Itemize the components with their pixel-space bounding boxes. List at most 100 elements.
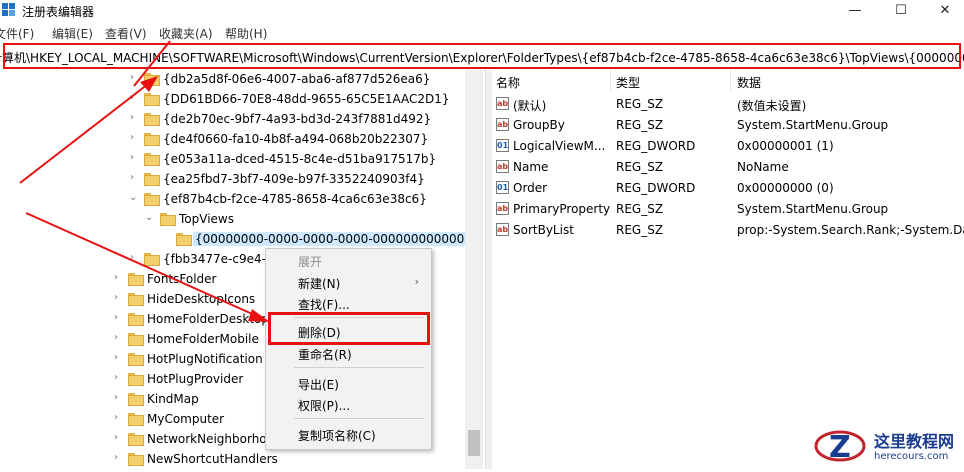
menu-copy-key-name[interactable]: 复制项名称(C): [298, 427, 376, 444]
tree-item[interactable]: › {ea25fbd7-3bf7-409e-b97f-3352240903f4}: [0, 170, 465, 190]
value-data: 0x00000001 (1): [737, 139, 834, 153]
chevron-right-icon[interactable]: ›: [130, 252, 140, 266]
value-data: NoName: [737, 160, 789, 174]
chevron-right-icon[interactable]: ›: [114, 272, 124, 286]
value-row[interactable]: 01 LogicalViewM... REG_DWORD 0x00000001 …: [492, 136, 964, 157]
values-pane[interactable]: 名称 类型 数据 ab (默认) REG_SZ (数值未设置) ab Group…: [492, 70, 964, 469]
folder-icon: [176, 233, 192, 246]
chevron-right-icon[interactable]: ›: [130, 132, 140, 146]
chevron-right-icon[interactable]: ›: [114, 372, 124, 386]
menu-file[interactable]: 文件(F): [0, 25, 34, 42]
tree-item-label: NewShortcutHandlers: [147, 452, 278, 466]
chevron-right-icon[interactable]: ›: [130, 92, 140, 106]
tree-item-selected[interactable]: {00000000-0000-0000-0000-000000000000}: [0, 230, 474, 250]
title-bar: 注册表编辑器 — ☐ ✕: [0, 0, 964, 22]
column-divider[interactable]: [730, 70, 731, 92]
value-data: 0x00000000 (0): [737, 181, 834, 195]
value-row[interactable]: ab SortByList REG_SZ prop:-System.Search…: [492, 220, 964, 241]
tree-item-label: MyComputer: [147, 412, 225, 426]
tree-item[interactable]: › NewShortcutHandlers: [0, 450, 465, 469]
chevron-right-icon[interactable]: ›: [114, 312, 124, 326]
folder-icon: [144, 73, 160, 86]
tree-item[interactable]: ⌄ TopViews: [0, 210, 465, 230]
chevron-down-icon[interactable]: ⌄: [129, 192, 139, 206]
folder-icon: [144, 93, 160, 106]
menu-divider: [294, 367, 424, 368]
value-name: SortByList: [513, 223, 574, 237]
menu-new[interactable]: 新建(N): [298, 275, 340, 292]
tree-item-label: HotPlugProvider: [147, 372, 244, 386]
folder-icon: [128, 433, 144, 446]
column-header-data[interactable]: 数据: [737, 74, 761, 91]
column-divider[interactable]: [610, 70, 611, 92]
folder-icon: [144, 133, 160, 146]
tree-item[interactable]: ⌄ {ef87b4cb-f2ce-4785-8658-4ca6c63e38c6}: [0, 190, 465, 210]
tree-scrollbar[interactable]: [465, 70, 483, 469]
tree-item[interactable]: › {de4f0660-fa10-4b8f-a494-068b20b22307}: [0, 130, 465, 150]
tree-item[interactable]: › {db2a5d8f-06e6-4007-aba6-af877d526ea6}: [0, 70, 465, 90]
chevron-right-icon[interactable]: ›: [114, 432, 124, 446]
minimize-button[interactable]: —: [832, 0, 878, 22]
value-name: (默认): [513, 99, 547, 113]
chevron-right-icon[interactable]: ›: [114, 392, 124, 406]
value-row[interactable]: ab Name REG_SZ NoName: [492, 157, 964, 178]
tree-item[interactable]: › {e053a11a-dced-4515-8c4e-d51ba917517b}: [0, 150, 465, 170]
value-row[interactable]: ab (默认) REG_SZ (数值未设置): [492, 94, 964, 115]
value-name: Name: [513, 160, 549, 174]
menu-expand[interactable]: 展开: [298, 253, 322, 270]
tree-item[interactable]: › {DD61BD66-70E8-48dd-9655-65C5E1AAC2D1}: [0, 90, 465, 110]
delete-highlight-box: [268, 312, 430, 345]
watermark-url: herecours.com: [874, 451, 949, 462]
value-name: GroupBy: [513, 118, 565, 132]
folder-icon: [144, 173, 160, 186]
value-row[interactable]: ab PrimaryProperty REG_SZ System.StartMe…: [492, 199, 964, 220]
chevron-right-icon[interactable]: ›: [130, 152, 140, 166]
tree-item-label: {e053a11a-dced-4515-8c4e-d51ba917517b}: [163, 152, 437, 166]
column-header-name[interactable]: 名称: [496, 74, 520, 91]
folder-icon: [144, 153, 160, 166]
chevron-down-icon[interactable]: ⌄: [145, 212, 155, 226]
maximize-button[interactable]: ☐: [878, 0, 924, 22]
chevron-right-icon[interactable]: ›: [130, 72, 140, 86]
menu-divider: [294, 418, 424, 419]
value-row[interactable]: ab GroupBy REG_SZ System.StartMenu.Group: [492, 115, 964, 136]
menu-rename[interactable]: 重命名(R): [298, 346, 352, 363]
chevron-right-icon[interactable]: ›: [130, 112, 140, 126]
value-row[interactable]: 01 Order REG_DWORD 0x00000000 (0): [492, 178, 964, 199]
chevron-right-icon[interactable]: ›: [130, 172, 140, 186]
close-button[interactable]: ✕: [922, 0, 964, 22]
tree-item-label: {ea25fbd7-3bf7-409e-b97f-3352240903f4}: [163, 172, 425, 186]
menu-favorites[interactable]: 收藏夹(A): [159, 25, 213, 42]
chevron-right-icon[interactable]: ›: [114, 292, 124, 306]
watermark-logo-icon: Z: [814, 430, 866, 465]
column-header-type[interactable]: 类型: [616, 74, 640, 91]
folder-icon: [128, 313, 144, 326]
tree-scroll-thumb[interactable]: [468, 430, 480, 456]
menu-help[interactable]: 帮助(H): [225, 25, 267, 42]
pane-splitter[interactable]: [485, 70, 492, 469]
chevron-right-icon[interactable]: ›: [114, 352, 124, 366]
string-value-icon: ab: [496, 202, 509, 215]
value-type: REG_DWORD: [616, 139, 696, 153]
menu-view[interactable]: 查看(V): [105, 25, 147, 42]
string-value-icon: ab: [496, 223, 509, 236]
menu-edit[interactable]: 编辑(E): [52, 25, 93, 42]
tree-item-label: FontsFolder: [147, 272, 217, 286]
menu-permissions[interactable]: 权限(P)...: [298, 397, 350, 414]
folder-icon: [128, 293, 144, 306]
submenu-arrow-icon: ›: [414, 275, 419, 288]
string-value-icon: ab: [496, 160, 509, 173]
folder-icon: [128, 413, 144, 426]
tree-item-label: HotPlugNotification: [147, 352, 263, 366]
menu-export[interactable]: 导出(E): [298, 376, 339, 393]
tree-item[interactable]: › {de2b70ec-9bf7-4a93-bd3d-243f7881d492}: [0, 110, 465, 130]
watermark-title: 这里教程网: [874, 432, 955, 451]
chevron-right-icon[interactable]: ›: [114, 412, 124, 426]
menu-find[interactable]: 查找(F)...: [298, 296, 350, 313]
tree-item-label: {fbb3477e-c9e4-4: [163, 252, 274, 266]
chevron-right-icon[interactable]: ›: [114, 452, 124, 466]
chevron-right-icon[interactable]: ›: [114, 332, 124, 346]
tree-item-label: TopViews: [179, 212, 234, 226]
folder-icon: [144, 253, 160, 266]
value-type: REG_SZ: [616, 160, 664, 174]
